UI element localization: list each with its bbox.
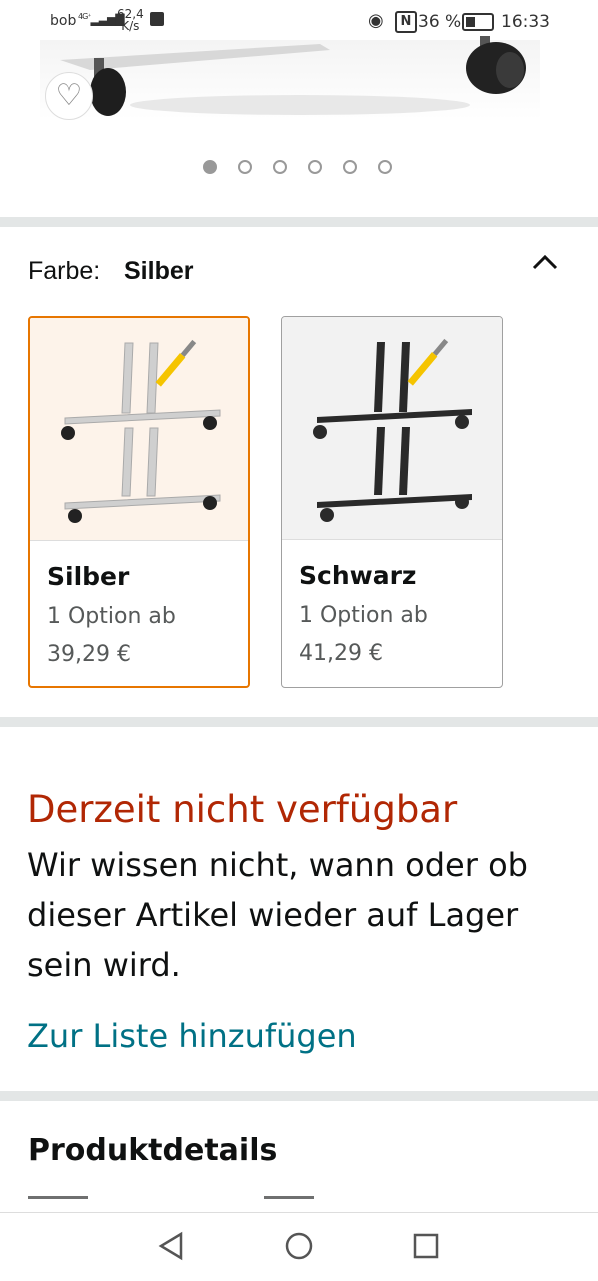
battery-percentage: 36 % [418, 12, 462, 32]
color-label: Farbe: [28, 257, 101, 285]
carousel-dot[interactable] [273, 160, 287, 174]
color-option-schwarz[interactable]: Schwarz 1 Option ab 41,29 € [281, 316, 503, 688]
color-option-price: 39,29 € [47, 642, 131, 667]
carousel-dot[interactable] [203, 160, 217, 174]
color-option-image [30, 318, 248, 540]
color-option-name: Schwarz [299, 561, 417, 590]
color-option-price: 41,29 € [299, 641, 383, 666]
carousel-dot[interactable] [378, 160, 392, 174]
color-option-silber[interactable]: Silber 1 Option ab 39,29 € [28, 316, 250, 688]
color-option-subtitle: 1 Option ab [47, 604, 176, 629]
heart-outline-icon[interactable]: ♡ [45, 72, 93, 120]
color-option-image [282, 317, 502, 539]
carousel-dot[interactable] [343, 160, 357, 174]
availability-status: Derzeit nicht verfügbar [27, 788, 458, 831]
speed-unit: K/s [121, 19, 140, 33]
nfc-icon: N [395, 11, 417, 33]
network-speed: 62,4 K/s [117, 8, 144, 32]
color-option-subtitle: 1 Option ab [299, 603, 428, 628]
system-navigation-bar [0, 1212, 598, 1281]
chevron-up-icon[interactable] [530, 248, 560, 278]
color-option-divider [282, 539, 502, 540]
nav-home-icon[interactable] [284, 1231, 314, 1261]
product-details-heading: Produktdetails [28, 1133, 278, 1168]
add-to-list-link[interactable]: Zur Liste hinzufügen [27, 1017, 357, 1055]
battery-icon [462, 13, 494, 31]
availability-description: Wir wissen nicht, wann oder ob dieser Ar… [27, 846, 528, 984]
notification-icon [150, 12, 164, 26]
color-option-name: Silber [47, 562, 130, 591]
color-option-divider [30, 540, 248, 541]
section-divider [0, 717, 598, 727]
nav-back-icon[interactable] [157, 1231, 185, 1261]
carousel-dot[interactable] [308, 160, 322, 174]
status-bar: bob 4G⁺▂▃▅▇ 62,4 K/s ◉ N 36 % 16:33 [0, 0, 598, 46]
clock: 16:33 [501, 12, 550, 32]
eye-comfort-icon: ◉ [368, 10, 384, 31]
color-selected-value: Silber [124, 257, 194, 285]
carousel-dot[interactable] [238, 160, 252, 174]
carrier-name: bob [50, 13, 77, 29]
product-details-clipped-row [28, 1196, 568, 1210]
nav-recents-icon[interactable] [412, 1232, 440, 1260]
section-divider [0, 1091, 598, 1101]
network-type: 4G⁺ [78, 12, 91, 21]
section-divider [0, 217, 598, 227]
